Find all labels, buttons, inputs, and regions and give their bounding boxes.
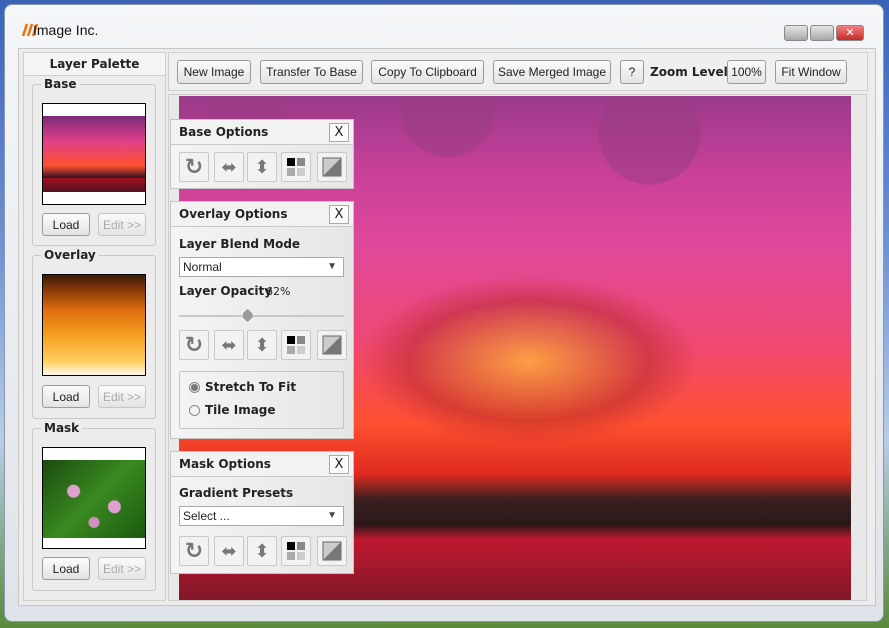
help-button[interactable]: ?	[620, 60, 644, 84]
blend-mode-value: Normal	[183, 260, 222, 274]
window-title: Image Inc.	[33, 22, 99, 38]
copy-to-clipboard-button[interactable]: Copy To Clipboard	[371, 60, 484, 84]
base-options-panel: Base Options X ↻ ⬌ ⬍	[170, 119, 354, 189]
palette-title: Layer Palette	[23, 52, 166, 76]
gradient-presets-value: Select ...	[183, 509, 230, 523]
opacity-label: Layer Opacity	[179, 284, 273, 298]
mask-options-title: Mask Options	[171, 452, 353, 477]
flip-horizontal-icon[interactable]: ⬌	[214, 536, 244, 566]
mask-label: Mask	[41, 421, 83, 435]
dropdown-arrow-icon: ▼	[327, 261, 337, 272]
base-group: Base Load Edit >>	[32, 77, 156, 246]
invert-icon[interactable]	[317, 152, 347, 182]
invert-icon[interactable]	[317, 536, 347, 566]
rotate-icon[interactable]: ↻	[179, 152, 209, 182]
close-window-button[interactable]: ✕	[836, 25, 864, 41]
mask-options-panel: Mask Options X Gradient Presets Select .…	[170, 451, 354, 574]
flip-vertical-icon[interactable]: ⬍	[247, 152, 277, 182]
grayscale-icon[interactable]	[281, 330, 311, 360]
mask-load-button[interactable]: Load	[42, 557, 90, 580]
radio-unchecked-icon	[189, 404, 200, 416]
overlay-group: Overlay Load Edit >>	[32, 248, 156, 419]
blend-mode-label: Layer Blend Mode	[179, 237, 301, 251]
zoom-100-button[interactable]: 100%	[727, 60, 766, 84]
base-edit-button[interactable]: Edit >>	[98, 213, 146, 236]
flip-vertical-icon[interactable]: ⬍	[247, 536, 277, 566]
mask-thumbnail[interactable]	[42, 447, 146, 549]
zoom-level-label: Zoom Level	[650, 65, 728, 79]
tile-image-radio[interactable]: Tile Image	[189, 403, 276, 417]
base-thumbnail[interactable]	[42, 103, 146, 205]
flip-horizontal-icon[interactable]: ⬌	[214, 152, 244, 182]
fit-mode-group: Stretch To Fit Tile Image	[179, 371, 344, 429]
tile-image-label: Tile Image	[205, 403, 276, 417]
flip-vertical-icon[interactable]: ⬍	[247, 330, 277, 360]
mask-edit-button[interactable]: Edit >>	[98, 557, 146, 580]
maximize-button[interactable]	[810, 25, 834, 41]
rotate-icon[interactable]: ↻	[179, 330, 209, 360]
gradient-presets-label: Gradient Presets	[179, 486, 294, 500]
gradient-presets-select[interactable]: Select ... ▼	[179, 506, 344, 526]
stretch-to-fit-label: Stretch To Fit	[205, 380, 297, 394]
grayscale-icon[interactable]	[281, 152, 311, 182]
invert-icon[interactable]	[317, 330, 347, 360]
flip-horizontal-icon[interactable]: ⬌	[214, 330, 244, 360]
overlay-edit-button[interactable]: Edit >>	[98, 385, 146, 408]
grayscale-icon[interactable]	[281, 536, 311, 566]
opacity-slider[interactable]	[179, 315, 344, 317]
overlay-options-title: Overlay Options	[171, 202, 353, 227]
sun-glow	[359, 276, 699, 446]
overlay-thumbnail[interactable]	[42, 274, 146, 376]
fit-window-button[interactable]: Fit Window	[775, 60, 847, 84]
radio-checked-icon	[189, 381, 200, 393]
rotate-icon[interactable]: ↻	[179, 536, 209, 566]
overlay-load-button[interactable]: Load	[42, 385, 90, 408]
opacity-value: 62%	[266, 285, 291, 298]
minimize-button[interactable]	[784, 25, 808, 41]
overlay-options-panel: Overlay Options X Layer Blend Mode Norma…	[170, 201, 354, 439]
dropdown-arrow-icon: ▼	[327, 510, 337, 521]
overlay-options-close-button[interactable]: X	[329, 205, 349, 224]
stretch-to-fit-radio[interactable]: Stretch To Fit	[189, 380, 296, 394]
mask-group: Mask Load Edit >>	[32, 421, 156, 591]
overlay-label: Overlay	[41, 248, 99, 262]
base-options-title: Base Options	[171, 120, 353, 145]
mask-options-close-button[interactable]: X	[329, 455, 349, 474]
transfer-to-base-button[interactable]: Transfer To Base	[260, 60, 363, 84]
blend-mode-select[interactable]: Normal ▼	[179, 257, 344, 277]
new-image-button[interactable]: New Image	[177, 60, 251, 84]
base-label: Base	[41, 77, 80, 91]
base-options-close-button[interactable]: X	[329, 123, 349, 142]
opacity-slider-thumb[interactable]	[242, 309, 253, 322]
base-load-button[interactable]: Load	[42, 213, 90, 236]
save-merged-image-button[interactable]: Save Merged Image	[493, 60, 611, 84]
